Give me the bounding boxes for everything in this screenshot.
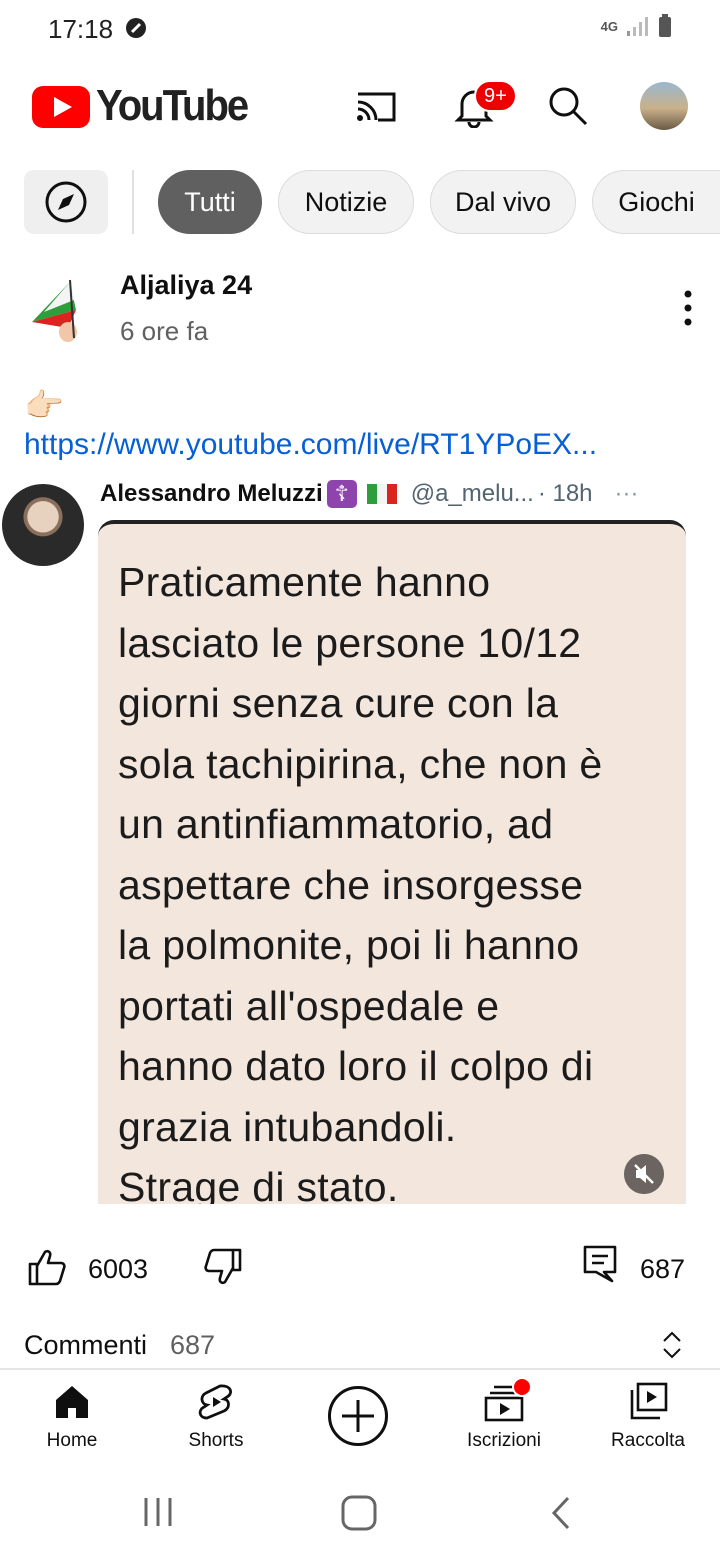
plus-icon bbox=[342, 1400, 374, 1432]
italy-flag-icon bbox=[366, 484, 397, 504]
comment-count: 687 bbox=[640, 1254, 686, 1284]
bottom-nav-divider bbox=[0, 1368, 720, 1370]
dislike-icon[interactable] bbox=[202, 1246, 244, 1288]
youtube-logo-text: YouTube bbox=[96, 82, 249, 130]
nav-home[interactable]: Home bbox=[0, 1380, 144, 1452]
chip-dal-vivo[interactable]: Dal vivo bbox=[430, 170, 576, 234]
signal-icon bbox=[627, 17, 648, 36]
comments-label[interactable]: Commenti bbox=[24, 1330, 147, 1361]
notification-badge: 9+ bbox=[474, 80, 517, 112]
nav-library-label: Raccolta bbox=[611, 1430, 685, 1451]
status-time: 17:18 bbox=[48, 14, 114, 44]
channel-name[interactable]: Aljaliya 24 bbox=[120, 270, 252, 301]
nav-subscriptions[interactable]: Iscrizioni bbox=[432, 1380, 576, 1452]
comments-count: 687 bbox=[170, 1330, 216, 1360]
post-link[interactable]: https://www.youtube.com/live/RT1YPoEX... bbox=[24, 428, 597, 462]
library-icon bbox=[630, 1382, 668, 1420]
back-icon[interactable] bbox=[546, 1494, 576, 1532]
recent-apps-icon[interactable] bbox=[140, 1494, 176, 1530]
do-not-disturb-icon bbox=[126, 18, 146, 38]
create-button[interactable] bbox=[328, 1386, 388, 1446]
tweet-handle: @a_melu... bbox=[410, 480, 534, 507]
nav-subscriptions-label: Iscrizioni bbox=[467, 1430, 541, 1451]
nav-library[interactable]: Raccolta bbox=[576, 1380, 720, 1452]
channel-avatar[interactable] bbox=[24, 270, 88, 346]
tweet-age: · 18h bbox=[537, 480, 593, 507]
tweet-image[interactable]: Praticamente hanno lasciato le persone 1… bbox=[98, 520, 686, 1204]
explore-button[interactable] bbox=[24, 170, 108, 234]
account-avatar[interactable] bbox=[640, 82, 688, 130]
chip-giochi[interactable]: Giochi bbox=[592, 170, 720, 234]
battery-icon bbox=[659, 14, 671, 37]
mute-icon[interactable] bbox=[624, 1154, 664, 1194]
search-icon[interactable] bbox=[546, 84, 590, 128]
post-time: 6 ore fa bbox=[120, 316, 209, 346]
like-icon[interactable] bbox=[26, 1246, 68, 1288]
cast-icon[interactable] bbox=[354, 84, 398, 128]
tweet-author-avatar bbox=[2, 484, 84, 566]
more-options-icon[interactable] bbox=[676, 288, 700, 328]
new-content-dot bbox=[512, 1377, 532, 1397]
chip-tutti[interactable]: Tutti bbox=[158, 170, 262, 234]
expand-collapse-icon[interactable] bbox=[660, 1330, 684, 1360]
home-icon bbox=[56, 1386, 88, 1418]
compass-icon bbox=[45, 181, 87, 223]
tweet-text: Praticamente hanno lasciato le persone 1… bbox=[118, 559, 603, 1204]
tweet-author-name: Alessandro Meluzzi bbox=[100, 480, 323, 507]
shorts-icon bbox=[198, 1384, 232, 1420]
youtube-logo[interactable]: YouTube bbox=[32, 82, 249, 130]
network-type: 4G bbox=[600, 18, 618, 34]
status-indicators: 4G bbox=[601, 14, 672, 38]
tweet-more-icon: ··· bbox=[614, 480, 639, 507]
chip-divider bbox=[132, 170, 134, 234]
like-count: 6003 bbox=[88, 1254, 149, 1284]
nav-home-label: Home bbox=[46, 1430, 98, 1451]
tweet-header: Alessandro Meluzzi ☦ @a_melu... · 18h ··… bbox=[100, 480, 639, 508]
youtube-play-icon bbox=[32, 85, 90, 128]
nav-shorts-label: Shorts bbox=[188, 1430, 244, 1451]
pointing-emoji: 👉🏻 bbox=[24, 387, 64, 423]
comment-icon[interactable] bbox=[582, 1244, 618, 1284]
chip-notizie[interactable]: Notizie bbox=[278, 170, 414, 234]
orthodox-cross-emoji: ☦ bbox=[326, 480, 357, 508]
nav-shorts[interactable]: Shorts bbox=[144, 1380, 288, 1452]
home-system-icon[interactable] bbox=[340, 1494, 378, 1532]
